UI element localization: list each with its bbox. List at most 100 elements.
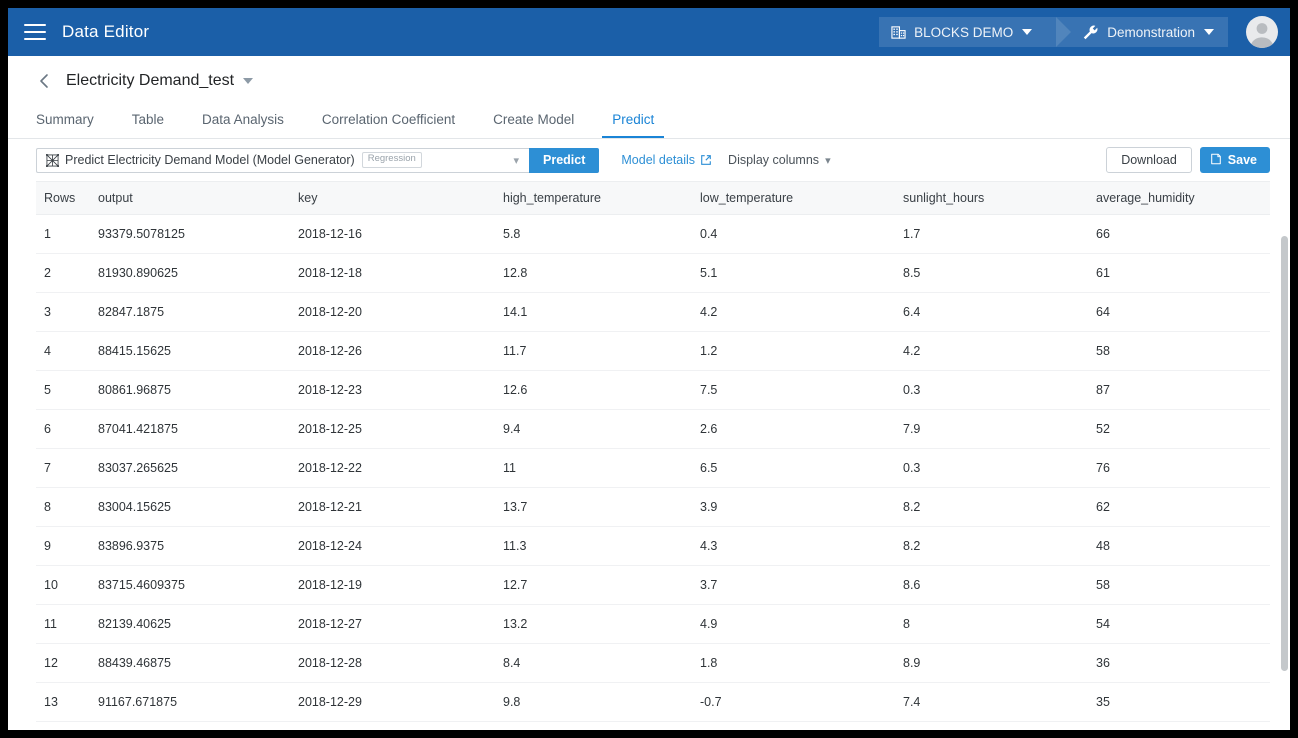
- table-cell: 2018-12-25: [288, 409, 493, 449]
- environment-selector[interactable]: Demonstration: [1056, 17, 1228, 47]
- table-cell: 6.4: [893, 292, 1086, 332]
- column-header-average-humidity[interactable]: average_humidity: [1086, 181, 1270, 215]
- app-title: Data Editor: [62, 22, 150, 41]
- table-cell: 9.4: [493, 409, 690, 449]
- table-row[interactable]: 12 88439.46875 2018-12-28 8.4 1.8 8.9 36: [36, 643, 1270, 683]
- table-row[interactable]: 2 81930.890625 2018-12-18 12.8 5.1 8.5 61: [36, 253, 1270, 293]
- table-row[interactable]: 11 82139.40625 2018-12-27 13.2 4.9 8 54: [36, 604, 1270, 644]
- model-details-link[interactable]: Model details: [621, 153, 712, 167]
- tab-table[interactable]: Table: [132, 112, 164, 138]
- page-header: Electricity Demand_test Summary Table Da…: [8, 56, 1290, 139]
- building-icon: [891, 25, 906, 40]
- tab-summary[interactable]: Summary: [36, 112, 94, 138]
- page-title: Electricity Demand_test: [66, 72, 235, 89]
- table-row[interactable]: 3 82847.1875 2018-12-20 14.1 4.2 6.4 64: [36, 292, 1270, 332]
- table-body: 1 93379.5078125 2018-12-16 5.8 0.4 1.7 66 2 8193…: [36, 214, 1270, 722]
- table-cell: 82139.40625: [88, 604, 288, 644]
- table-cell: 7.4: [893, 682, 1086, 722]
- table-cell: 87: [1086, 370, 1270, 410]
- save-document-icon: [1210, 153, 1222, 168]
- table-cell: 4.2: [690, 292, 893, 332]
- tab-label: Table: [131, 112, 165, 127]
- table-row[interactable]: 4 88415.15625 2018-12-26 11.7 1.2 4.2 58: [36, 331, 1270, 371]
- title-row: Electricity Demand_test: [36, 56, 1290, 100]
- tab-create-model[interactable]: Create Model: [493, 112, 574, 138]
- table-cell: 8.4: [493, 643, 690, 683]
- table-cell: 83004.15625: [88, 487, 288, 527]
- table-cell: 52: [1086, 409, 1270, 449]
- table-cell: 8: [893, 604, 1086, 644]
- table-cell: 2018-12-24: [288, 526, 493, 566]
- app-window: Data Editor BLOCKS DEMO Demonstration El…: [8, 8, 1290, 730]
- chevron-left-icon[interactable]: [36, 73, 52, 89]
- column-header-high-temperature[interactable]: high_temperature: [493, 181, 690, 215]
- tab-label: Correlation Coefficient: [321, 112, 456, 127]
- table-cell: 36: [1086, 643, 1270, 683]
- model-select-input[interactable]: Predict Electricity Demand Model (Model …: [36, 147, 529, 173]
- table-cell: 11: [36, 604, 88, 644]
- table-cell: 2018-12-27: [288, 604, 493, 644]
- table-cell: 91167.671875: [88, 682, 288, 722]
- tab-correlation-coefficient[interactable]: Correlation Coefficient: [322, 112, 455, 138]
- avatar[interactable]: [1246, 16, 1278, 48]
- table-cell: 6.5: [690, 448, 893, 488]
- tab-label: Create Model: [493, 112, 575, 127]
- table-cell: 13.7: [493, 487, 690, 527]
- tab-predict[interactable]: Predict: [602, 112, 665, 138]
- table-cell: 2: [36, 253, 88, 293]
- table-cell: 12.6: [493, 370, 690, 410]
- save-button[interactable]: Save: [1199, 147, 1270, 173]
- table-cell: 48: [1086, 526, 1270, 566]
- tab-bar: Summary Table Data Analysis Correlation …: [36, 100, 1290, 138]
- column-header-low-temperature[interactable]: low_temperature: [690, 181, 893, 215]
- hamburger-menu-icon[interactable]: [24, 24, 46, 40]
- table-cell: 10: [36, 565, 88, 605]
- model-name-label: Predict Electricity Demand Model (Model …: [65, 153, 355, 167]
- tab-data-analysis[interactable]: Data Analysis: [202, 112, 284, 138]
- column-header-sunlight-hours[interactable]: sunlight_hours: [893, 181, 1086, 215]
- table-cell: 2018-12-16: [288, 214, 493, 254]
- top-navigation-bar: Data Editor BLOCKS DEMO Demonstration: [8, 8, 1290, 56]
- table-cell: 35: [1086, 682, 1270, 722]
- table-row[interactable]: 8 83004.15625 2018-12-21 13.7 3.9 8.2 62: [36, 487, 1270, 527]
- workspace-selector[interactable]: BLOCKS DEMO: [879, 17, 1072, 47]
- table-row[interactable]: 6 87041.421875 2018-12-25 9.4 2.6 7.9 52: [36, 409, 1270, 449]
- column-header-output[interactable]: output: [88, 181, 288, 215]
- table-row[interactable]: 5 80861.96875 2018-12-23 12.6 7.5 0.3 87: [36, 370, 1270, 410]
- column-header-rows[interactable]: Rows: [36, 181, 88, 215]
- column-header-key[interactable]: key: [288, 181, 493, 215]
- tab-label: Summary: [36, 112, 94, 127]
- table-row[interactable]: 10 83715.4609375 2018-12-19 12.7 3.7 8.6 58: [36, 565, 1270, 605]
- download-button[interactable]: Download: [1106, 147, 1192, 173]
- table-cell: 88415.15625: [88, 331, 288, 371]
- table-row[interactable]: 13 91167.671875 2018-12-29 9.8 -0.7 7.4 35: [36, 682, 1270, 722]
- table-cell: 8.9: [893, 643, 1086, 683]
- tab-label: Predict: [612, 112, 655, 127]
- table-cell: 76: [1086, 448, 1270, 488]
- workspace-breadcrumb-group: BLOCKS DEMO Demonstration: [879, 17, 1228, 47]
- table-header-row: Rows output key high_temperature low_tem…: [36, 181, 1270, 215]
- table-cell: 64: [1086, 292, 1270, 332]
- table-cell: 11.3: [493, 526, 690, 566]
- table-cell: 8.2: [893, 526, 1086, 566]
- table-cell: 12.8: [493, 253, 690, 293]
- table-cell: 2018-12-18: [288, 253, 493, 293]
- table-cell: 5.8: [493, 214, 690, 254]
- table-cell: 8: [36, 487, 88, 527]
- table-cell: 11: [493, 448, 690, 488]
- environment-label: Demonstration: [1107, 24, 1195, 40]
- table-cell: 4.9: [690, 604, 893, 644]
- table-row[interactable]: 9 83896.9375 2018-12-24 11.3 4.3 8.2 48: [36, 526, 1270, 566]
- table-row[interactable]: 1 93379.5078125 2018-12-16 5.8 0.4 1.7 66: [36, 214, 1270, 254]
- table-cell: 13.2: [493, 604, 690, 644]
- page-title-caret-down-icon[interactable]: [243, 78, 254, 84]
- display-columns-dropdown[interactable]: Display columns ▾: [728, 153, 831, 167]
- table-cell: 2018-12-19: [288, 565, 493, 605]
- table-cell: 7: [36, 448, 88, 488]
- predict-button[interactable]: Predict: [529, 147, 600, 173]
- vertical-scrollbar[interactable]: [1281, 236, 1288, 671]
- table-cell: 4: [36, 331, 88, 371]
- table-cell: 2018-12-20: [288, 292, 493, 332]
- table-cell: 0.3: [893, 448, 1086, 488]
- table-row[interactable]: 7 83037.265625 2018-12-22 11 6.5 0.3 76: [36, 448, 1270, 488]
